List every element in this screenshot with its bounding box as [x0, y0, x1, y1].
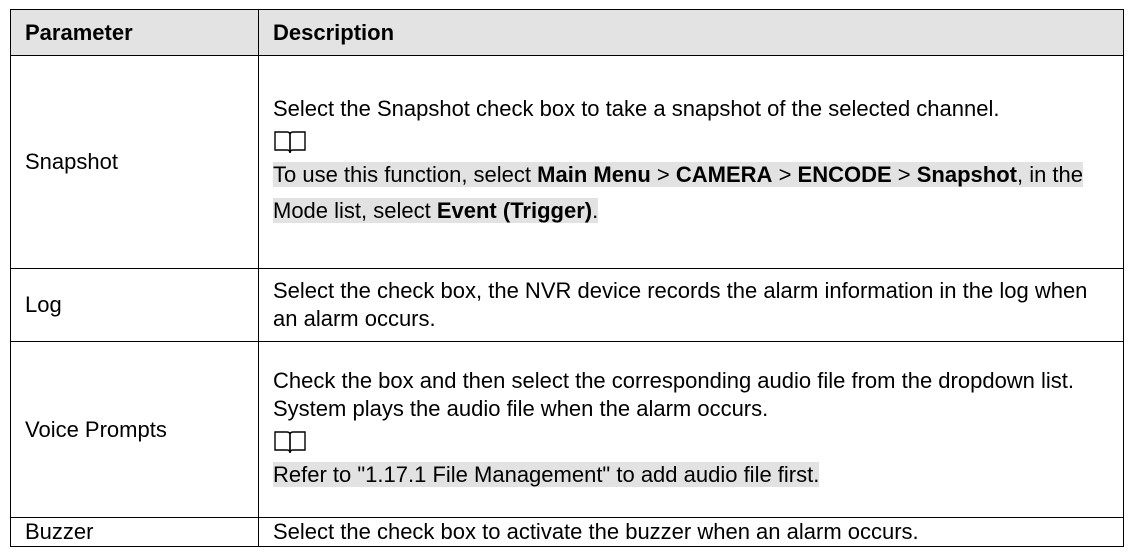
param-snapshot: Snapshot [10, 55, 259, 269]
parameter-table: Parameter Description Snapshot Select th… [10, 9, 1124, 547]
header-parameter: Parameter [10, 9, 259, 56]
desc-voice-prompts: Check the box and then select the corres… [273, 367, 1075, 421]
book-note-icon [274, 131, 306, 154]
book-note-icon [274, 430, 306, 453]
desc-snapshot-cell: Select the Snapshot check box to take a … [258, 55, 1124, 269]
param-buzzer: Buzzer [10, 517, 259, 547]
desc-voice-cell: Check the box and then select the corres… [258, 341, 1124, 518]
note-snapshot: To use this function, select Main Menu >… [273, 162, 1084, 223]
desc-buzzer: Select the check box to activate the buz… [258, 517, 1124, 547]
desc-snapshot: Select the Snapshot check box to take a … [273, 96, 1000, 121]
table-header-row: Parameter Description [10, 9, 1124, 56]
header-description: Description [258, 9, 1124, 56]
table-row-log: Log Select the check box, the NVR device… [10, 268, 1124, 342]
note-voice-prompts: Refer to "1.17.1 File Management" to add… [273, 461, 820, 487]
table-row-voice-prompts: Voice Prompts Check the box and then sel… [10, 341, 1124, 518]
desc-log: Select the check box, the NVR device rec… [258, 268, 1124, 342]
table-row-buzzer: Buzzer Select the check box to activate … [10, 517, 1124, 547]
param-voice-prompts: Voice Prompts [10, 341, 259, 518]
param-log: Log [10, 268, 259, 342]
table-row-snapshot: Snapshot Select the Snapshot check box t… [10, 55, 1124, 269]
